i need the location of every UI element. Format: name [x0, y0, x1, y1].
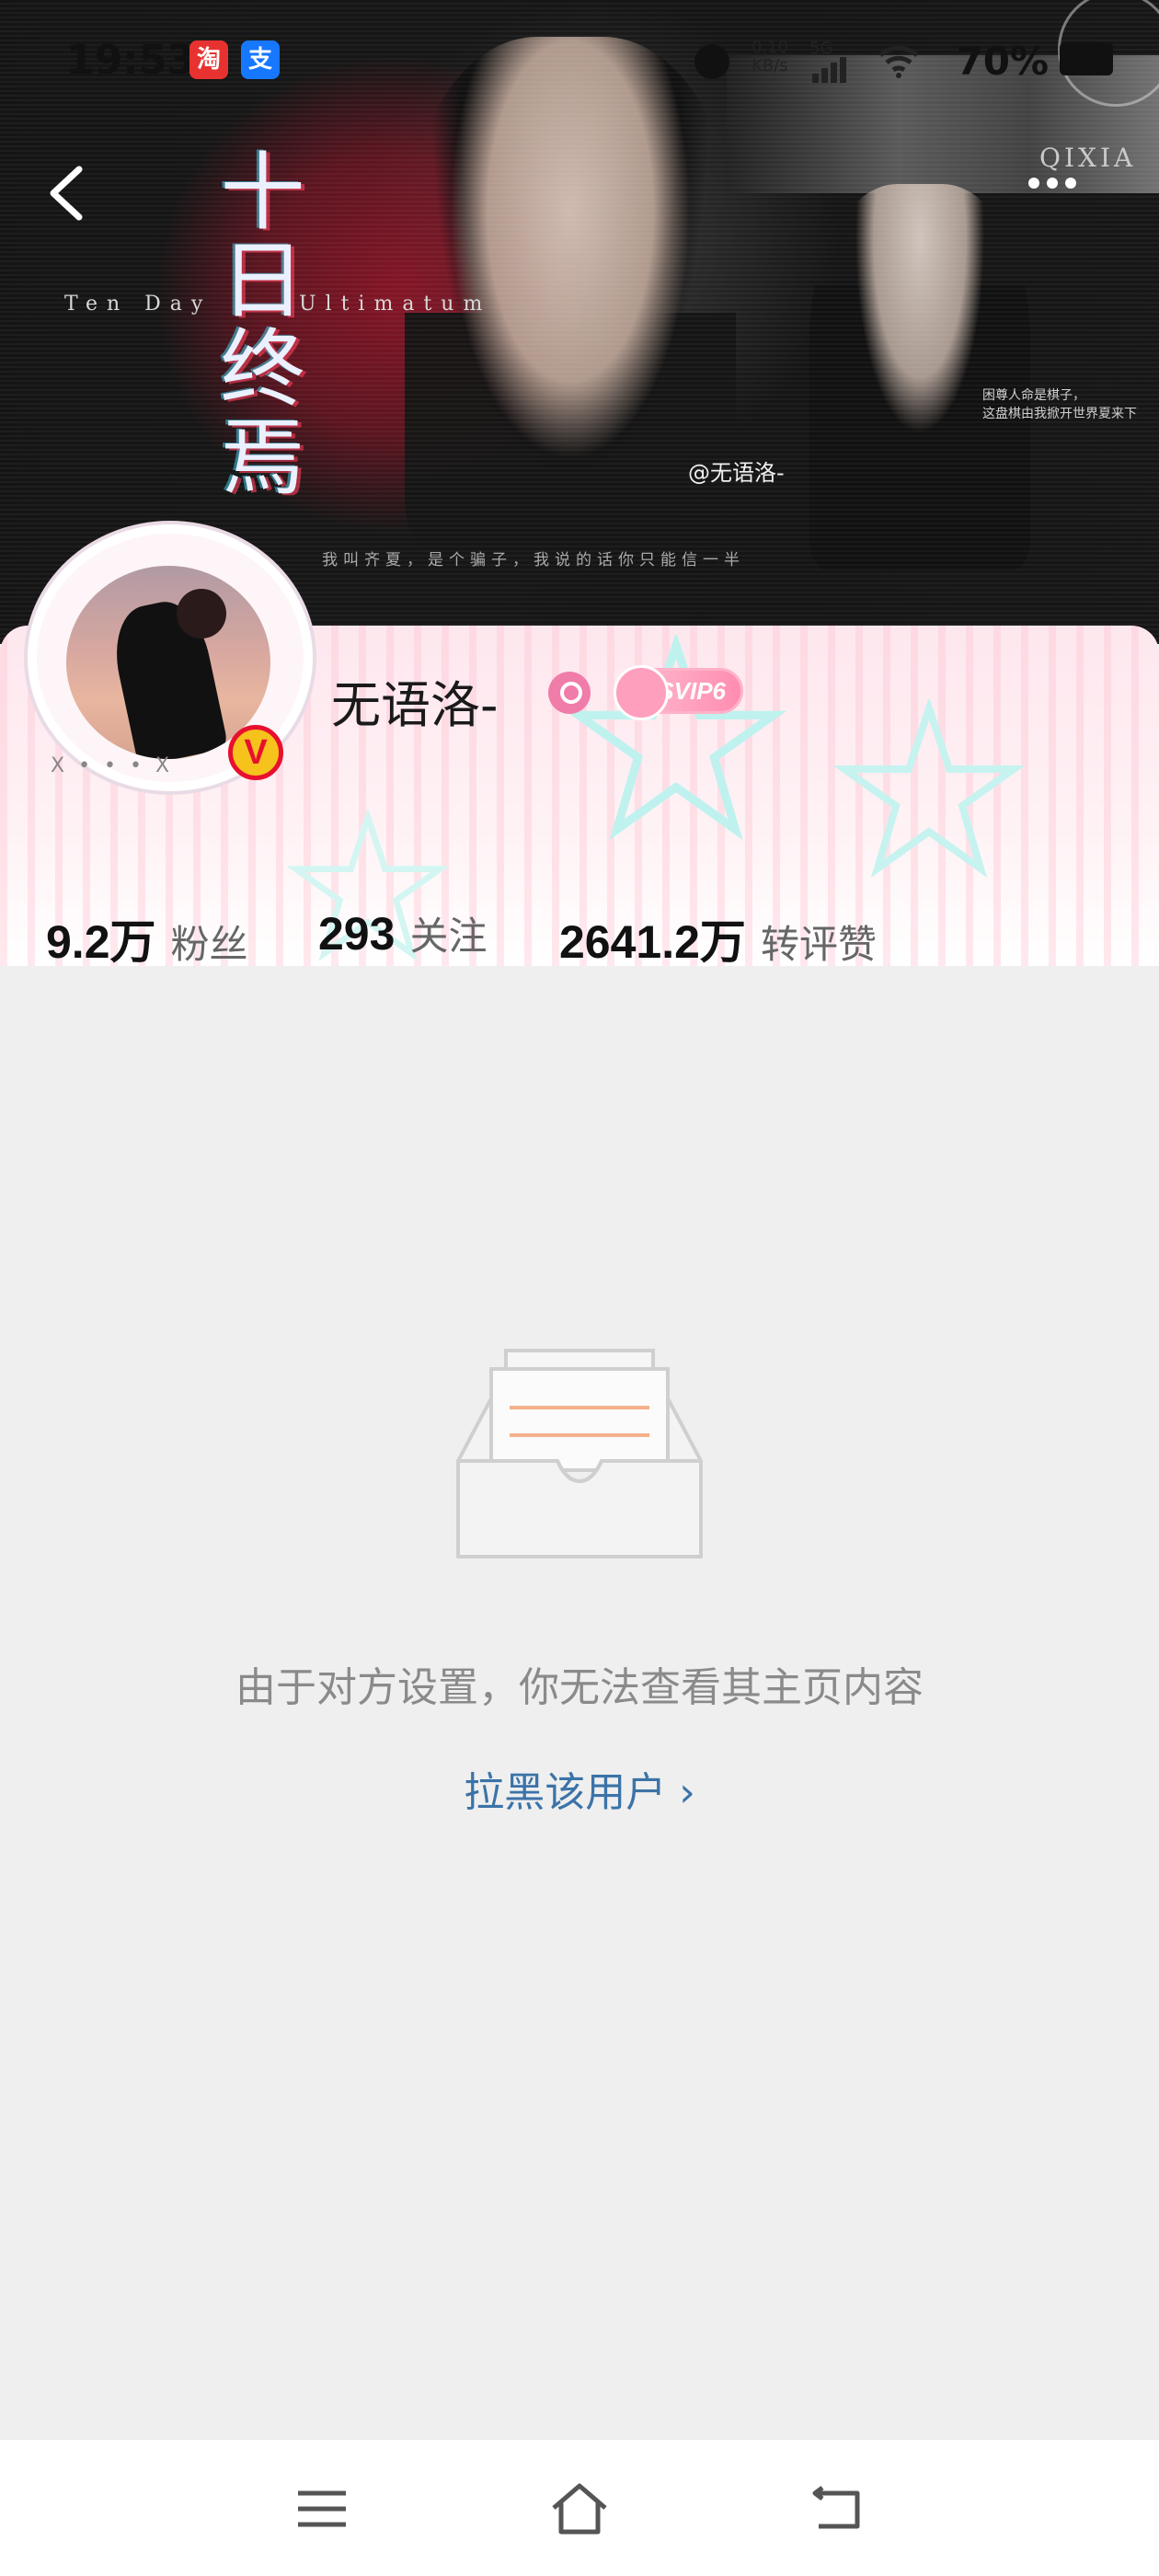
banner-side-note-line1: 困尊人命是棋子，	[982, 388, 1085, 403]
more-options-button[interactable]	[1028, 175, 1093, 202]
back-button[interactable]	[35, 156, 99, 230]
net-speed-value: 0.10	[752, 38, 789, 57]
svip-badge[interactable]: SVIP6	[614, 665, 743, 720]
net-speed-unit: KB/s	[752, 56, 788, 75]
taobao-icon: 淘	[189, 40, 228, 79]
empty-state-message: 由于对方设置，你无法查看其主页内容	[235, 1664, 924, 1711]
net-speed: 0.10 KB/s	[752, 39, 788, 75]
status-bar: 19:53 淘 支 0.10 KB/s 5G 70%	[0, 28, 1159, 101]
stat-value: 9.2万	[46, 916, 156, 968]
battery-percent: 70%	[956, 39, 1049, 84]
stat-label: 粉丝	[170, 922, 248, 967]
block-user-link[interactable]: 拉黑该用户 ›	[0, 1759, 1159, 1818]
stat-value: 2641.2万	[559, 916, 746, 968]
banner-watermark: @无语洛-	[688, 460, 785, 486]
search-badge-icon[interactable]	[548, 672, 591, 714]
banner-subtitle-right: Ultimatum	[299, 293, 492, 316]
signal-icon	[812, 57, 849, 83]
home-icon[interactable]	[548, 2480, 611, 2536]
menu-icon[interactable]	[294, 2486, 350, 2532]
more-dot-icon	[1047, 178, 1058, 189]
stat-interactions[interactable]: 2641.2万 转评赞	[559, 905, 877, 972]
stat-following[interactable]: 293 关注	[318, 905, 487, 961]
stat-followers[interactable]: 9.2万 粉丝	[46, 905, 248, 972]
battery-icon	[1060, 42, 1113, 75]
more-dot-icon	[1065, 178, 1076, 189]
svip-mascot-icon	[614, 665, 669, 720]
banner-corner-logo: QIXIA	[1039, 143, 1137, 173]
stat-value: 293	[318, 908, 396, 960]
star-decoration-icon	[565, 635, 787, 841]
stat-label: 关注	[409, 914, 488, 959]
more-dot-icon	[1028, 178, 1039, 189]
status-time: 19:53	[66, 37, 196, 84]
network-type: 5G	[809, 39, 833, 58]
banner-title: 十日终焉	[206, 147, 304, 500]
back-nav-icon[interactable]	[809, 2480, 865, 2532]
banner-quote: 我叫齐夏，是个骗子，我说的话你只能信一半	[322, 551, 745, 569]
system-nav-bar	[0, 2440, 1159, 2576]
alipay-icon: 支	[241, 40, 280, 79]
wifi-icon	[878, 45, 919, 78]
alarm-icon	[694, 44, 729, 79]
avatar-figure-head	[177, 589, 226, 638]
username: 无语洛-	[331, 676, 499, 734]
star-decoration-icon	[832, 699, 1026, 878]
empty-inbox-icon	[456, 1349, 703, 1558]
avatar-frame-text: X • • • X	[51, 754, 174, 777]
banner-figure-main	[405, 37, 736, 552]
banner-side-note-line2: 这盘棋由我掀开世界夏来下	[982, 407, 1137, 421]
banner-figure-secondary	[809, 184, 1030, 570]
banner-side-note: 困尊人命是棋子， 这盘棋由我掀开世界夏来下	[982, 386, 1137, 423]
verified-badge-icon: V	[228, 725, 283, 780]
profile-stats: 9.2万 粉丝 293 关注 2641.2万 转评赞	[46, 905, 1150, 968]
banner-subtitle-left: Ten Day	[64, 293, 212, 316]
status-indicators: 0.10 KB/s 5G	[694, 39, 919, 85]
stat-label: 转评赞	[760, 922, 877, 967]
